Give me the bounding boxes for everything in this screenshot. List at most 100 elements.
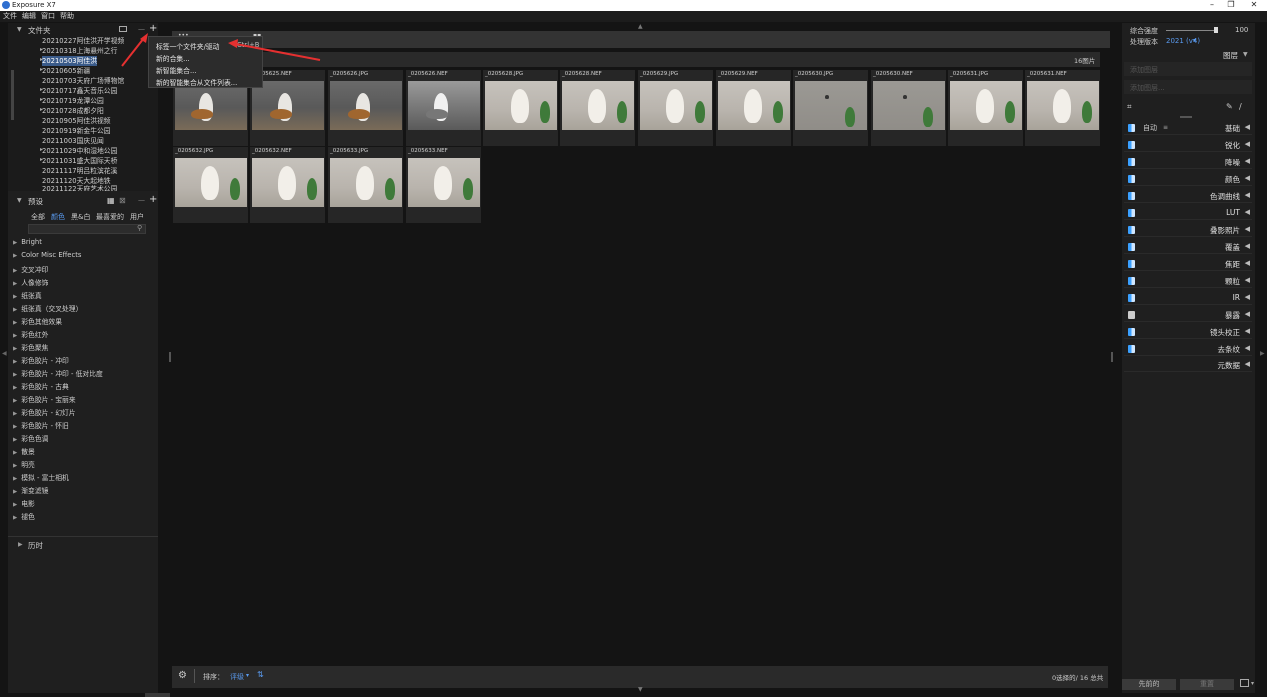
toggle-icon[interactable] [1128,175,1135,183]
toggle-icon[interactable] [1128,243,1135,251]
expand-icon[interactable]: ▸ [40,46,43,53]
thumbnail-cell[interactable]: _0205626.JPG [328,70,403,146]
right-resize-handle[interactable] [1111,352,1113,362]
folder-item[interactable]: 20210728成都夕阳 [42,106,104,116]
adjustment-panel-basic[interactable]: 基础 ◀ [1124,121,1252,135]
preset-category[interactable]: ▶ 彩色胶片 - 幻灯片 [13,407,76,417]
sort-direction-icon[interactable]: ⇅ [257,670,264,679]
adjustment-panel-focus[interactable]: 焦距 ◀ [1124,257,1252,271]
folder-item[interactable]: 20210703天府广场博物馆 [42,76,124,86]
horizontal-scrollbar[interactable] [145,693,170,697]
menu-edit[interactable]: 编辑 [22,11,36,22]
toggle-icon[interactable] [1128,260,1135,268]
collapse-icon[interactable]: — [138,196,145,204]
preset-category[interactable]: ▶ 明亮 [13,459,35,469]
folder-item[interactable]: 20211003国庆见闻 [42,136,104,146]
folder-item[interactable]: 20210605新疆 [42,66,90,76]
history-header[interactable]: 历时 [28,540,43,551]
thumbnail-cell[interactable]: _0205628.NEF [560,70,635,146]
bottom-panel-toggle-icon[interactable]: ▼ [638,686,643,693]
adjustment-panel-noise[interactable]: 降噪 ◀ [1124,155,1252,169]
chevron-down-icon[interactable]: ▾ [1251,680,1254,687]
preset-category[interactable]: ▶ 人像修饰 [13,277,48,287]
presets-collapse-icon[interactable]: ▼ [17,197,22,204]
thumbnail-cell[interactable]: _0205632.JPG [173,147,248,223]
erase-brush-icon[interactable]: ∕ [1239,102,1242,111]
folder-item[interactable]: 20210717鑫天音乐公园 [42,86,117,96]
thumbnail-cell[interactable]: _0205629.NEF [716,70,791,146]
adjustment-panel-debanding[interactable]: 去条纹 ◀ [1124,342,1252,356]
intensity-slider-track[interactable] [1166,30,1218,31]
panel-grip[interactable] [1180,116,1192,118]
preset-category[interactable]: ▶ 彩色胶片 - 宝丽来 [13,394,76,404]
intensity-slider-knob[interactable] [1214,27,1218,33]
adjustment-panel-grain[interactable]: 颗粒 ◀ [1124,274,1252,288]
preset-category[interactable]: ▶ 彩色红外 [13,329,48,339]
thumbnail-cell[interactable]: _0205631.JPG [948,70,1023,146]
expand-icon[interactable]: ▸ [40,86,43,93]
close-button[interactable]: ✕ [1243,0,1265,11]
toggle-icon[interactable] [1128,277,1135,285]
preset-tab-user[interactable]: 用户 [130,212,144,222]
menu-item-smart-collection-from-list[interactable]: 新的智能集合从文件列表... [156,77,237,87]
thumbnail-cell[interactable]: _0205629.JPG [638,70,713,146]
toggle-icon[interactable] [1128,226,1135,234]
chevron-down-icon[interactable]: ▼ [1243,51,1248,58]
expand-icon[interactable]: ▸ [40,146,43,153]
right-panel-toggle-icon[interactable]: ▶ [1260,350,1265,357]
chevron-down-icon[interactable]: ▾ [1193,37,1196,44]
preset-category[interactable]: ▶ 彩色其他效果 [13,316,62,326]
expand-icon[interactable]: ▸ [40,156,43,163]
expand-icon[interactable]: ▸ [40,66,43,73]
adjustment-panel-color[interactable]: 颜色 ◀ [1124,172,1252,186]
sort-dropdown[interactable]: 评级 [230,672,244,682]
preset-category[interactable]: ▶ 纸张真（交叉处理） [13,303,82,313]
adjustment-panel-lens[interactable]: 镜头校正 ◀ [1124,325,1252,339]
maximize-button[interactable]: ❐ [1220,0,1242,11]
intensity-value[interactable]: 100 [1235,26,1248,34]
thumbnail-cell[interactable]: _0205626.NEF [406,70,481,146]
preset-category[interactable]: ▶ Color Misc Effects [13,251,81,259]
folder-item[interactable]: 20211117明吕粒滨花溪 [42,166,117,176]
menu-help[interactable]: 帮助 [60,11,74,22]
preset-category[interactable]: ▶ 散景 [13,446,35,456]
folder-item[interactable]: 20211029中和湿地公园 [42,146,117,156]
preset-category[interactable]: ▶ 模拟 - 富士相机 [13,472,69,482]
preset-category[interactable]: ▶ 交叉冲印 [13,264,48,274]
settings-gear-icon[interactable]: ⚙ [178,670,187,681]
adjustment-panel-sharpen[interactable]: 锐化 ◀ [1124,138,1252,152]
search-icon[interactable]: ⚲ [137,224,142,232]
thumbnail-cell[interactable]: _0205630.NEF [871,70,946,146]
preset-category[interactable]: ▶ 渐变滤镜 [13,485,48,495]
grid-view-icon[interactable]: ▦ [107,196,115,205]
left-panel-toggle-icon[interactable]: ◀ [2,350,7,357]
add-preset-button[interactable]: + [149,194,157,205]
toggle-icon[interactable] [1128,294,1135,302]
preset-search-input[interactable] [28,224,146,234]
chevron-down-icon[interactable]: ▾ [246,672,249,679]
preset-category[interactable]: ▶ 彩色胶片 - 冲印 - 低对比度 [13,368,103,378]
expand-icon[interactable]: ▸ [40,96,43,103]
preset-category[interactable]: ▶ 电影 [13,498,35,508]
preset-category[interactable]: ▶ Bright [13,238,42,246]
history-expand-icon[interactable]: ▶ [18,541,23,548]
folder-item[interactable]: 20210905阿佳洪视频 [42,116,111,126]
thumbnail-cell[interactable]: _0205632.NEF [250,147,325,223]
folders-scrollbar[interactable] [11,70,14,120]
folder-item[interactable]: 20210719龙潭公园 [42,96,104,106]
reset-button[interactable]: 重置 [1180,679,1234,690]
menu-window[interactable]: 窗口 [41,11,55,22]
top-panel-toggle-icon[interactable]: ▲ [638,23,643,30]
crop-icon[interactable]: ⌗ [1127,102,1132,112]
thumbnail-cell[interactable]: _0205630.JPG [793,70,868,146]
add-layer-dropdown[interactable]: 添加图层... [1130,83,1165,93]
toggle-icon[interactable] [1128,345,1135,353]
folder-item-selected[interactable]: 20210503阿佳洪 [42,56,97,66]
previous-button[interactable]: 先前的 [1122,679,1176,690]
adjustment-panel-overlays[interactable]: 覆盖 ◀ [1124,240,1252,254]
thumbnail-cell[interactable]: _0205633.JPG [328,147,403,223]
brush-icon[interactable]: ✎ [1226,102,1233,111]
thumbnail-cell[interactable]: _0205633.NEF [406,147,481,223]
toggle-icon[interactable] [1128,328,1135,336]
preset-category[interactable]: ▶ 彩色胶片 - 古典 [13,381,69,391]
